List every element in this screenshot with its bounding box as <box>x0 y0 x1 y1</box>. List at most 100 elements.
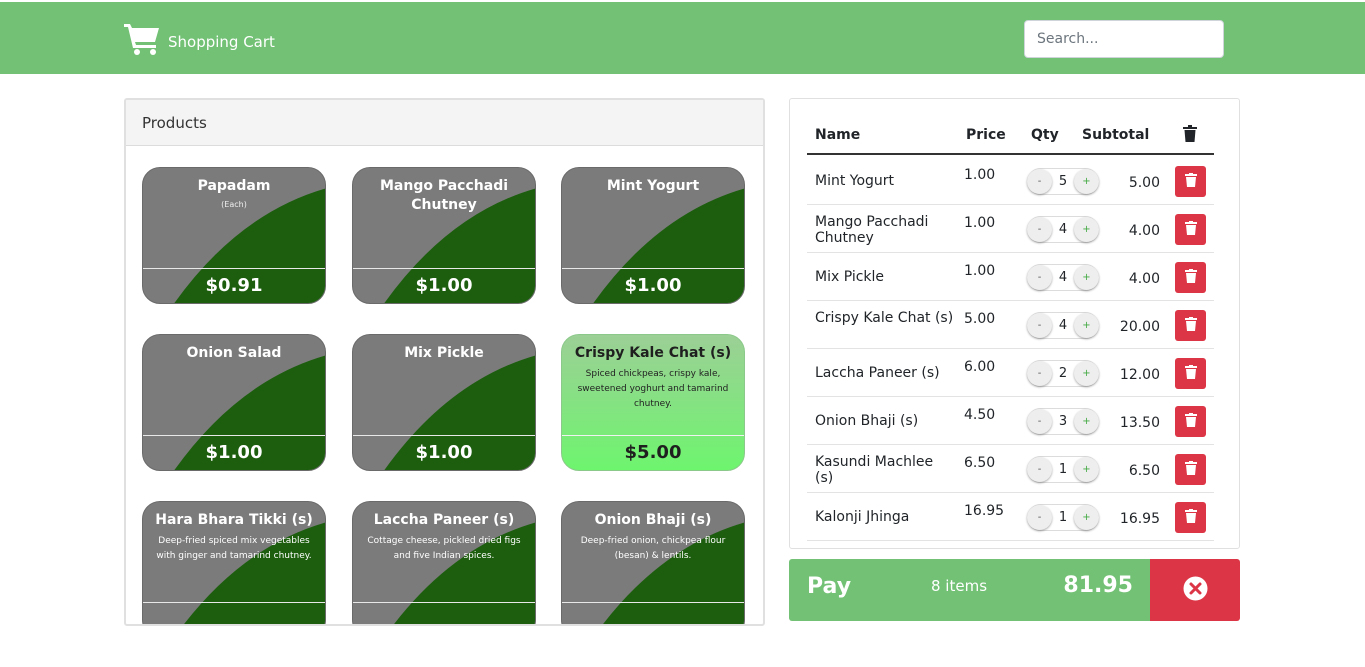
product-name: Mango Pacchadi Chutney <box>379 178 509 213</box>
remove-item-button[interactable] <box>1175 310 1206 341</box>
item-count: 8 items <box>931 577 988 595</box>
card-divider <box>143 435 325 436</box>
quantity-stepper: - 5 + <box>1027 168 1099 195</box>
remove-item-button[interactable] <box>1175 406 1206 437</box>
quantity-stepper: - 1 + <box>1027 504 1099 531</box>
trash-icon <box>1184 460 1197 479</box>
cart-item-subtotal: 12.00 <box>1119 367 1160 383</box>
cart-item-price: 5.00 <box>964 311 996 327</box>
trash-icon <box>1184 412 1197 431</box>
card-divider <box>353 268 535 269</box>
trash-icon <box>1184 220 1197 239</box>
cancel-order-button[interactable] <box>1150 559 1240 621</box>
cart-row: Mix Pickle 1.00 - 4 + 4.00 <box>807 253 1214 301</box>
quantity-stepper: - 3 + <box>1027 408 1099 435</box>
increment-button[interactable]: + <box>1074 265 1099 290</box>
cart-item-subtotal: 13.50 <box>1119 415 1160 431</box>
remove-item-button[interactable] <box>1175 454 1206 485</box>
remove-item-button[interactable] <box>1175 358 1206 389</box>
quantity-stepper: - 2 + <box>1027 360 1099 387</box>
product-price: $0.91 <box>205 275 263 296</box>
pay-button[interactable]: Pay 8 items 81.95 <box>789 559 1150 621</box>
column-qty: Qty <box>1031 127 1059 143</box>
increment-button[interactable]: + <box>1074 217 1099 242</box>
product-price: $1.00 <box>415 442 473 463</box>
product-name: Papadam <box>197 178 271 194</box>
cart-item-name: Mix Pickle <box>815 269 885 285</box>
product-card[interactable]: Mint Yogurt $1.00 <box>561 167 745 304</box>
cart-item-name: Laccha Paneer (s) <box>815 365 940 381</box>
remove-item-button[interactable] <box>1175 502 1206 533</box>
cart-row: Onion Bhaji (s) 4.50 - 3 + 13.50 <box>807 397 1214 445</box>
product-name: Crispy Kale Chat (s) <box>574 345 732 361</box>
product-name: Onion Salad <box>186 345 282 361</box>
column-name: Name <box>815 127 861 143</box>
product-card[interactable]: Mix Pickle $1.00 <box>352 334 536 471</box>
cart-item-name: Mango Pacchadi Chutney <box>815 214 929 246</box>
cart-item-subtotal: 4.00 <box>1128 223 1160 239</box>
cart-item-price: 1.00 <box>964 263 996 279</box>
cart-row: Kalonji Jhinga 16.95 - 1 + 16.95 <box>807 493 1214 541</box>
cart-item-price: 4.50 <box>964 407 996 423</box>
increment-button[interactable]: + <box>1074 313 1099 338</box>
increment-button[interactable]: + <box>1074 505 1099 530</box>
trash-icon <box>1184 268 1197 287</box>
product-price: $5.00 <box>624 442 682 463</box>
product-name: Hara Bhara Tikki (s) <box>155 512 313 528</box>
trash-icon <box>1184 508 1197 527</box>
cart-item-price: 16.95 <box>964 503 1005 519</box>
cart-item-price: 6.00 <box>964 359 996 375</box>
product-price: $1.00 <box>415 275 473 296</box>
product-card[interactable]: Mango Pacchadi Chutney $1.00 <box>352 167 536 304</box>
cart-panel: Name Price Qty Subtotal Mint Yogurt 1.00… <box>789 98 1240 549</box>
cart-item-subtotal: 16.95 <box>1119 511 1160 527</box>
quantity-stepper: - 4 + <box>1027 312 1099 339</box>
cart-row: Mint Yogurt 1.00 - 5 + 5.00 <box>807 157 1214 205</box>
navbar: Shopping Cart <box>0 0 1365 74</box>
product-card-selected[interactable]: Crispy Kale Chat (s) Spiced chickpeas, c… <box>561 334 745 471</box>
brand[interactable]: Shopping Cart <box>124 22 275 59</box>
cart-item-subtotal: 20.00 <box>1119 319 1160 335</box>
cart-item-subtotal: 5.00 <box>1128 175 1160 191</box>
trash-icon <box>1184 172 1197 191</box>
cart-item-name: Mint Yogurt <box>815 173 895 189</box>
increment-button[interactable]: + <box>1074 169 1099 194</box>
cart-row: Kasundi Machlee (s) 6.50 - 1 + 6.50 <box>807 445 1214 493</box>
product-card[interactable]: Onion Bhaji (s) Deep-fried onion, chickp… <box>561 501 745 624</box>
remove-item-button[interactable] <box>1175 166 1206 197</box>
card-divider <box>353 602 535 603</box>
product-name: Mix Pickle <box>404 345 484 361</box>
card-divider <box>562 268 744 269</box>
products-panel-title: Products <box>126 100 763 146</box>
product-card[interactable]: Papadam (Each) $0.91 <box>142 167 326 304</box>
remove-item-button[interactable] <box>1175 214 1206 245</box>
cart-item-price: 1.00 <box>964 215 996 231</box>
cart-row: Mango Pacchadi Chutney 1.00 - 4 + 4.00 <box>807 205 1214 253</box>
product-name: Laccha Paneer (s) <box>373 512 515 528</box>
cart-item-subtotal: 4.00 <box>1128 271 1160 287</box>
product-description: Deep-fried spiced mix vegetables with gi… <box>156 536 312 561</box>
cart-row: Crispy Kale Chat (s) 5.00 - 4 + 20.00 <box>807 301 1214 349</box>
product-card[interactable]: Onion Salad $1.00 <box>142 334 326 471</box>
column-subtotal: Subtotal <box>1082 127 1150 143</box>
cart-table-header: Name Price Qty Subtotal <box>807 117 1214 155</box>
product-description: Spiced chickpeas, crispy kale, sweetened… <box>577 369 729 409</box>
increment-button[interactable]: + <box>1074 409 1099 434</box>
remove-item-button[interactable] <box>1175 262 1206 293</box>
card-divider <box>562 602 744 603</box>
increment-button[interactable]: + <box>1074 457 1099 482</box>
brand-label: Shopping Cart <box>168 32 275 51</box>
quantity-stepper: - 1 + <box>1027 456 1099 483</box>
increment-button[interactable]: + <box>1074 361 1099 386</box>
quantity-stepper: - 4 + <box>1027 216 1099 243</box>
product-card[interactable]: Hara Bhara Tikki (s) Deep-fried spiced m… <box>142 501 326 624</box>
product-name: Onion Bhaji (s) <box>594 512 712 528</box>
product-card[interactable]: Laccha Paneer (s) Cottage cheese, pickle… <box>352 501 536 624</box>
cart-item-price: 6.50 <box>964 455 996 471</box>
close-circle-icon <box>1183 576 1208 605</box>
product-note: (Each) <box>221 200 247 209</box>
pay-label: Pay <box>807 574 852 599</box>
card-divider <box>143 602 325 603</box>
cart-item-name: Onion Bhaji (s) <box>815 413 919 429</box>
search-input[interactable] <box>1024 20 1224 58</box>
